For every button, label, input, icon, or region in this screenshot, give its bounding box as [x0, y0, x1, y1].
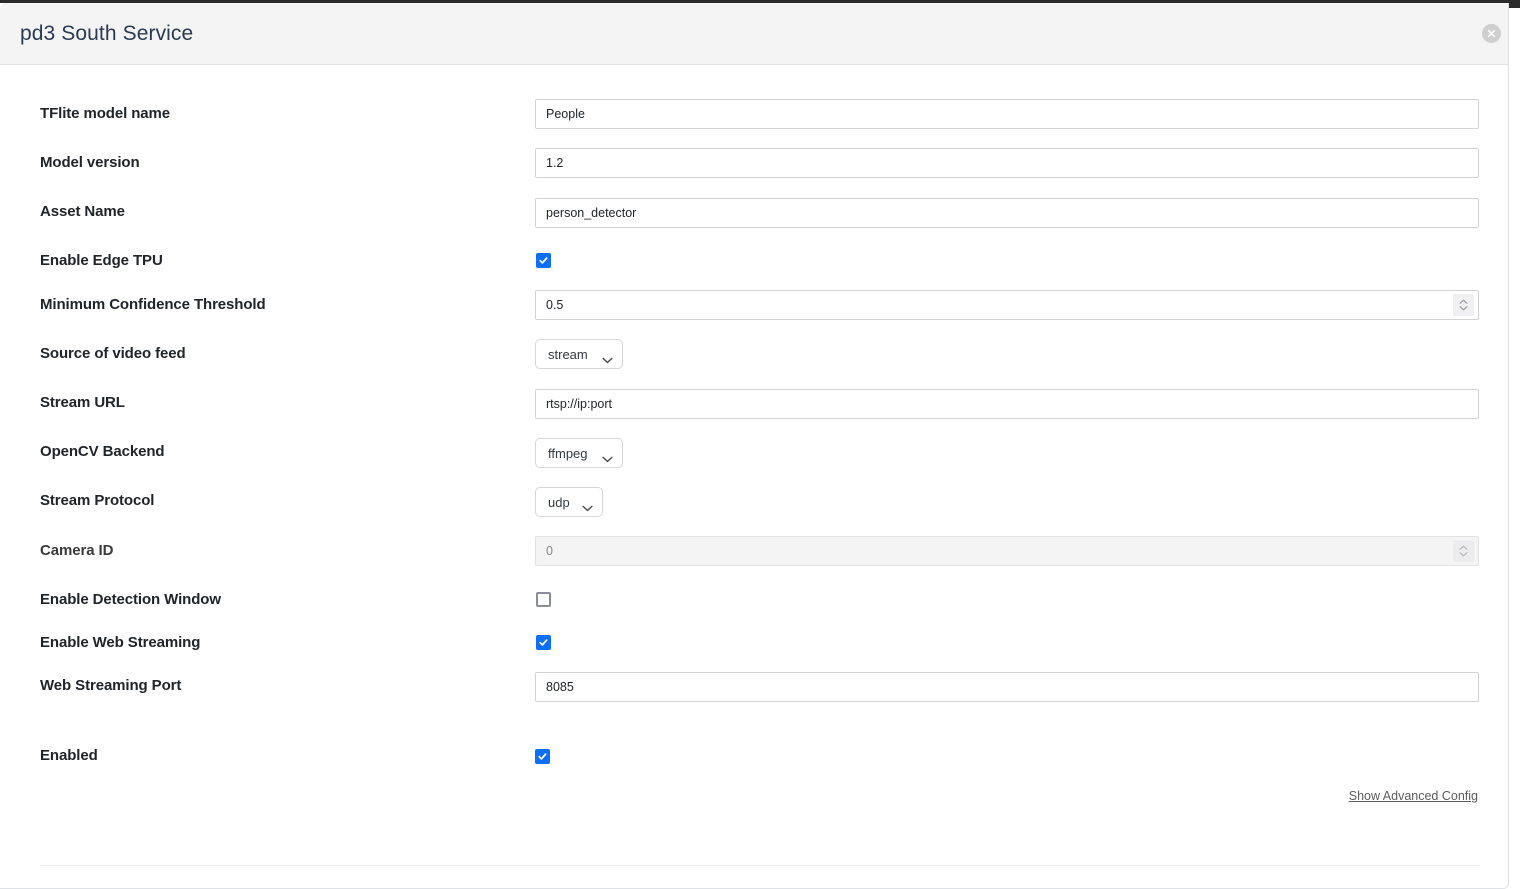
field-label: Minimum Confidence Threshold: [40, 296, 266, 313]
select-value: stream: [548, 347, 588, 362]
select-value: udp: [548, 495, 570, 510]
field-label: Asset Name: [40, 203, 125, 220]
tflite-model-name-input[interactable]: [535, 99, 1479, 129]
field-label: Enable Edge TPU: [40, 252, 163, 269]
field-label: Stream Protocol: [40, 492, 155, 509]
enabled-checkbox[interactable]: [535, 749, 550, 764]
enable-web-streaming-checkbox[interactable]: [536, 635, 551, 650]
model-version-input[interactable]: [535, 148, 1479, 178]
select-value: ffmpeg: [548, 446, 588, 461]
camera-id-field: [535, 536, 1479, 566]
confidence-threshold-input[interactable]: [535, 290, 1479, 320]
field-label: Model version: [40, 154, 140, 171]
close-icon[interactable]: [1482, 24, 1501, 43]
modal-header: pd3 South Service: [0, 3, 1508, 65]
chevron-down-icon: [1459, 552, 1468, 557]
section-divider: [40, 865, 1480, 866]
enable-edge-tpu-checkbox[interactable]: [536, 253, 551, 268]
service-config-modal: pd3 South Service TFlite model name Mode…: [0, 3, 1509, 889]
field-label: Camera ID: [40, 542, 114, 559]
stream-protocol-select[interactable]: udp: [535, 487, 603, 517]
number-stepper[interactable]: [1453, 294, 1474, 316]
web-streaming-port-input[interactable]: [535, 672, 1479, 702]
field-label: Stream URL: [40, 394, 125, 411]
opencv-backend-select[interactable]: ffmpeg: [535, 438, 623, 468]
field-label: TFlite model name: [40, 105, 170, 122]
field-label: Web Streaming Port: [40, 677, 182, 694]
number-stepper: [1453, 540, 1474, 562]
field-label: Enable Web Streaming: [40, 634, 201, 651]
chevron-up-icon: [1459, 545, 1468, 550]
source-of-video-feed-select[interactable]: stream: [535, 339, 623, 369]
asset-name-input[interactable]: [535, 198, 1479, 228]
field-label: OpenCV Backend: [40, 443, 165, 460]
field-label: Enable Detection Window: [40, 591, 221, 608]
chevron-down-icon: [1459, 306, 1468, 311]
modal-body: TFlite model name Model version Asset Na…: [0, 65, 1508, 888]
chevron-up-icon: [1459, 299, 1468, 304]
enable-detection-window-checkbox[interactable]: [536, 592, 551, 607]
field-label: Enabled: [40, 747, 98, 764]
field-label: Source of video feed: [40, 345, 186, 362]
show-advanced-config-link[interactable]: Show Advanced Config: [1349, 789, 1478, 803]
confidence-threshold-field: [535, 290, 1479, 320]
camera-id-input: [535, 536, 1479, 566]
page-title: pd3 South Service: [20, 21, 194, 45]
stream-url-input[interactable]: [535, 389, 1479, 419]
